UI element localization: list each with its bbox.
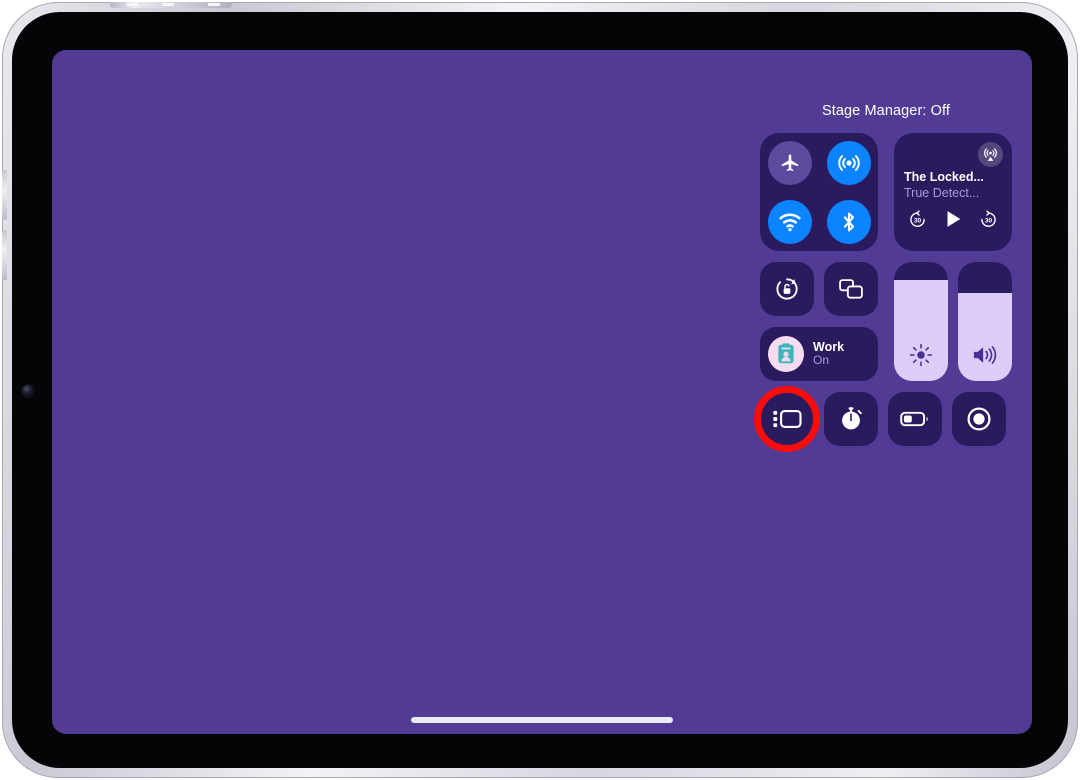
rotation-lock-icon: [776, 278, 798, 300]
volume-up-button[interactable]: [2, 170, 7, 220]
work-badge-icon: [778, 343, 794, 364]
bluetooth-icon: [843, 212, 854, 231]
ipad-device-frame: Stage Manager: Off The Locked... True De…: [2, 2, 1078, 778]
rotation-and-mirroring-row: [760, 262, 878, 316]
ipad-screen: Stage Manager: Off The Locked... True De…: [52, 50, 1032, 734]
sun-icon: [909, 343, 933, 367]
power-button[interactable]: [110, 2, 232, 8]
focus-mode-tile[interactable]: Work On: [760, 327, 878, 381]
left-controls-stack: Work On: [760, 262, 878, 381]
home-indicator[interactable]: [411, 717, 673, 723]
airplane-icon: [781, 153, 798, 171]
stage-manager-button[interactable]: [760, 392, 814, 446]
media-transport-controls: 30 30: [894, 208, 1012, 230]
rotation-lock-button[interactable]: [760, 262, 814, 316]
screen-mirroring-icon: [839, 279, 863, 299]
media-playback-module[interactable]: The Locked... True Detect... 30 30: [894, 133, 1012, 251]
connectivity-module[interactable]: [760, 133, 878, 251]
front-camera-icon: [22, 385, 34, 397]
cellular-data-button[interactable]: [826, 140, 871, 185]
brightness-slider[interactable]: [894, 262, 948, 381]
airplane-mode-button[interactable]: [767, 140, 812, 185]
media-title: The Locked...: [904, 170, 984, 184]
power-button-nub: [126, 3, 138, 6]
power-button-nub: [162, 3, 174, 6]
skip-forward-30-button[interactable]: 30: [979, 209, 998, 229]
cellular-antenna-icon: [837, 154, 860, 171]
battery-icon: [900, 411, 928, 427]
control-center-bottom-row: [754, 386, 1012, 452]
timer-button[interactable]: [824, 392, 878, 446]
svg-text:30: 30: [914, 217, 922, 224]
airplay-button[interactable]: [978, 142, 1003, 167]
volume-down-button[interactable]: [2, 230, 7, 280]
focus-name: Work: [813, 339, 845, 354]
control-center-grid: The Locked... True Detect... 30 30 Work …: [760, 133, 1012, 381]
focus-state: On: [813, 353, 830, 368]
skip-back-30-icon: 30: [910, 209, 925, 227]
play-icon: [947, 211, 961, 227]
screen-mirroring-button[interactable]: [824, 262, 878, 316]
airplay-icon: [984, 148, 997, 161]
focus-icon-circle: [768, 336, 804, 372]
control-center: Stage Manager: Off The Locked... True De…: [754, 103, 1012, 452]
wifi-button[interactable]: [767, 199, 812, 244]
volume-slider[interactable]: [958, 262, 1012, 381]
power-button-nub: [208, 3, 220, 6]
screen-recording-icon: [967, 407, 991, 431]
media-artist: True Detect...: [904, 186, 980, 200]
low-power-mode-button[interactable]: [888, 392, 942, 446]
play-button[interactable]: [942, 208, 964, 230]
bluetooth-button[interactable]: [826, 199, 871, 244]
skip-back-30-button[interactable]: 30: [908, 209, 927, 229]
volume-icon: [971, 343, 999, 367]
volume-slider-fill: [958, 292, 1012, 381]
timer-icon: [842, 407, 862, 430]
stage-manager-icon: [773, 410, 802, 429]
sliders-group: [894, 262, 1012, 381]
speaker-waves-icon: [973, 346, 997, 364]
brightness-icon: [909, 343, 933, 367]
stage-manager-status-label: Stage Manager: Off: [821, 103, 951, 119]
stage-manager-highlight-wrap: [754, 386, 820, 452]
screen-recording-button[interactable]: [952, 392, 1006, 446]
focus-text-group: Work On: [813, 340, 844, 368]
svg-text:30: 30: [985, 217, 993, 224]
wifi-icon: [778, 213, 801, 231]
skip-forward-30-icon: 30: [981, 209, 996, 227]
screenshot-root: Stage Manager: Off The Locked... True De…: [0, 0, 1080, 780]
